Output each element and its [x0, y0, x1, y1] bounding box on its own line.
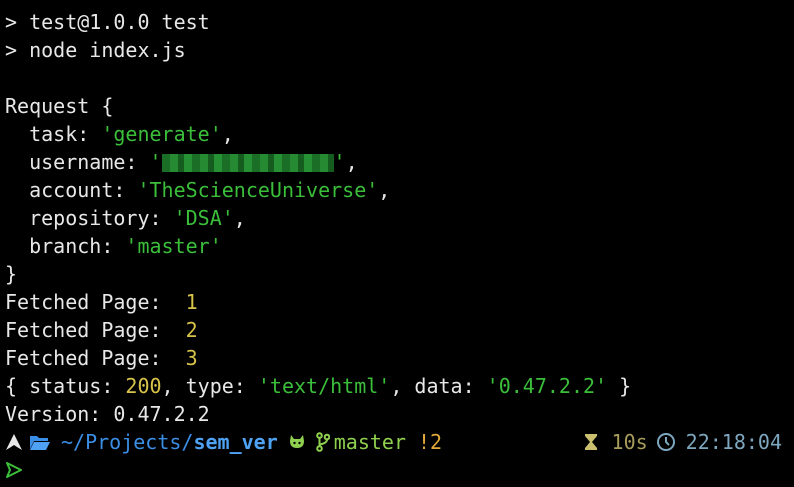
string-value: 'generate': [101, 122, 222, 146]
branch-name: master: [333, 430, 406, 454]
object-key: account:: [5, 178, 138, 202]
folder-open-icon: [29, 433, 51, 451]
git-branch-icon: [315, 432, 330, 452]
request-username-line: username: ' ',: [5, 148, 794, 176]
status-text: { status:: [5, 374, 126, 398]
prompt-arrow-icon: [6, 462, 22, 478]
string-value: 'master': [125, 234, 222, 258]
punctuation: ,: [233, 206, 246, 230]
output-line: > test@1.0.0 test: [5, 10, 210, 34]
arch-linux-icon: [5, 433, 25, 451]
punctuation: ,: [221, 122, 234, 146]
object-key: task:: [5, 122, 102, 146]
version-line: Version: 0.47.2.2: [5, 402, 210, 426]
clock-icon: [656, 432, 676, 452]
fetched-label: Fetched Page:: [5, 290, 186, 314]
fetched-label: Fetched Page:: [5, 346, 186, 370]
github-icon: [288, 433, 306, 451]
fetched-page-line: Fetched Page: 2: [5, 316, 794, 344]
fetched-page-line: Fetched Page: 1: [5, 288, 794, 316]
terminal-window[interactable]: > test@1.0.0 test > node index.js Reques…: [0, 0, 794, 487]
prompt-right-segment: 10s 22:18:04: [584, 428, 782, 456]
page-number: 2: [185, 318, 198, 342]
request-account-line: account: 'TheScienceUniverse',: [5, 176, 794, 204]
string-quote: ': [333, 150, 346, 174]
output-line: }: [5, 262, 18, 286]
punctuation: ,: [345, 150, 358, 174]
current-path: ~/Projects/sem_ver: [61, 428, 278, 456]
object-key: branch:: [5, 234, 126, 258]
path-prefix: ~/Projects/: [61, 430, 194, 454]
object-key: repository:: [5, 206, 174, 230]
output-line: > node index.js: [5, 38, 186, 62]
command-input-line[interactable]: [5, 456, 794, 484]
shell-prompt: ~/Projects/sem_ver master !2 10s 22:18:0…: [5, 428, 794, 456]
status-text: , type:: [161, 374, 258, 398]
string-value: 'TheScienceUniverse': [137, 178, 379, 202]
output-line: Request {: [5, 94, 114, 118]
object-key: username:: [5, 150, 150, 174]
hourglass-icon: [584, 433, 598, 451]
current-time: 22:18:04: [685, 430, 782, 454]
status-line: { status: 200, type: 'text/html', data: …: [5, 372, 794, 400]
string-quote: ': [149, 150, 162, 174]
page-number: 3: [185, 346, 198, 370]
status-code: 200: [125, 374, 162, 398]
punctuation: ,: [378, 178, 391, 202]
command-duration: 10s: [611, 430, 648, 454]
request-repository-line: repository: 'DSA',: [5, 204, 794, 232]
path-directory: sem_ver: [193, 430, 278, 454]
page-number: 1: [185, 290, 198, 314]
fetched-page-line: Fetched Page: 3: [5, 344, 794, 372]
request-task-line: task: 'generate',: [5, 120, 794, 148]
redacted-username: [161, 154, 334, 172]
status-text: }: [607, 374, 632, 398]
string-value: 'DSA': [173, 206, 234, 230]
git-changes-count: !2: [418, 430, 443, 454]
status-text: , data:: [390, 374, 487, 398]
fetched-label: Fetched Page:: [5, 318, 186, 342]
data-value: '0.47.2.2': [486, 374, 608, 398]
content-type: 'text/html': [257, 374, 391, 398]
request-branch-line: branch: 'master': [5, 232, 794, 260]
